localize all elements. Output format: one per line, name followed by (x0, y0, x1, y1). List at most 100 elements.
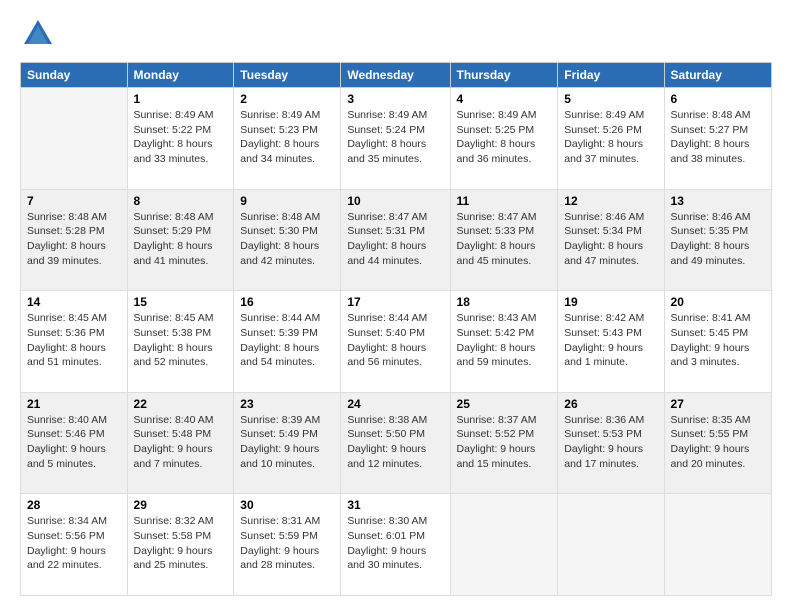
day-info: Sunrise: 8:40 AMSunset: 5:46 PMDaylight:… (27, 414, 107, 470)
day-cell: 10 Sunrise: 8:47 AMSunset: 5:31 PMDaylig… (341, 189, 450, 291)
day-info: Sunrise: 8:44 AMSunset: 5:40 PMDaylight:… (347, 312, 427, 368)
day-info: Sunrise: 8:46 AMSunset: 5:34 PMDaylight:… (564, 211, 644, 267)
calendar-header: SundayMondayTuesdayWednesdayThursdayFrid… (21, 63, 772, 88)
day-info: Sunrise: 8:37 AMSunset: 5:52 PMDaylight:… (457, 414, 537, 470)
day-cell: 7 Sunrise: 8:48 AMSunset: 5:28 PMDayligh… (21, 189, 128, 291)
day-number: 22 (134, 397, 228, 411)
day-number: 12 (564, 194, 657, 208)
day-info: Sunrise: 8:49 AMSunset: 5:24 PMDaylight:… (347, 109, 427, 165)
day-info: Sunrise: 8:36 AMSunset: 5:53 PMDaylight:… (564, 414, 644, 470)
day-number: 21 (27, 397, 121, 411)
weekday-header-wednesday: Wednesday (341, 63, 450, 88)
day-info: Sunrise: 8:42 AMSunset: 5:43 PMDaylight:… (564, 312, 644, 368)
day-number: 26 (564, 397, 657, 411)
day-number: 4 (457, 92, 552, 106)
day-number: 25 (457, 397, 552, 411)
day-number: 8 (134, 194, 228, 208)
day-number: 20 (671, 295, 765, 309)
day-cell: 12 Sunrise: 8:46 AMSunset: 5:34 PMDaylig… (558, 189, 664, 291)
weekday-header-friday: Friday (558, 63, 664, 88)
logo-icon (20, 16, 56, 52)
day-info: Sunrise: 8:49 AMSunset: 5:25 PMDaylight:… (457, 109, 537, 165)
logo (20, 16, 60, 52)
week-row-4: 21 Sunrise: 8:40 AMSunset: 5:46 PMDaylig… (21, 392, 772, 494)
day-cell: 1 Sunrise: 8:49 AMSunset: 5:22 PMDayligh… (127, 88, 234, 190)
weekday-header-sunday: Sunday (21, 63, 128, 88)
day-cell: 24 Sunrise: 8:38 AMSunset: 5:50 PMDaylig… (341, 392, 450, 494)
day-cell: 14 Sunrise: 8:45 AMSunset: 5:36 PMDaylig… (21, 291, 128, 393)
day-number: 7 (27, 194, 121, 208)
day-cell: 22 Sunrise: 8:40 AMSunset: 5:48 PMDaylig… (127, 392, 234, 494)
weekday-header-thursday: Thursday (450, 63, 558, 88)
day-number: 1 (134, 92, 228, 106)
day-number: 11 (457, 194, 552, 208)
weekday-row: SundayMondayTuesdayWednesdayThursdayFrid… (21, 63, 772, 88)
day-number: 14 (27, 295, 121, 309)
day-cell: 2 Sunrise: 8:49 AMSunset: 5:23 PMDayligh… (234, 88, 341, 190)
day-cell: 5 Sunrise: 8:49 AMSunset: 5:26 PMDayligh… (558, 88, 664, 190)
day-cell: 16 Sunrise: 8:44 AMSunset: 5:39 PMDaylig… (234, 291, 341, 393)
calendar-table: SundayMondayTuesdayWednesdayThursdayFrid… (20, 62, 772, 596)
day-info: Sunrise: 8:45 AMSunset: 5:36 PMDaylight:… (27, 312, 107, 368)
day-number: 29 (134, 498, 228, 512)
day-cell: 31 Sunrise: 8:30 AMSunset: 6:01 PMDaylig… (341, 494, 450, 596)
day-info: Sunrise: 8:49 AMSunset: 5:26 PMDaylight:… (564, 109, 644, 165)
day-info: Sunrise: 8:32 AMSunset: 5:58 PMDaylight:… (134, 515, 214, 571)
day-info: Sunrise: 8:49 AMSunset: 5:22 PMDaylight:… (134, 109, 214, 165)
day-info: Sunrise: 8:47 AMSunset: 5:31 PMDaylight:… (347, 211, 427, 267)
day-info: Sunrise: 8:34 AMSunset: 5:56 PMDaylight:… (27, 515, 107, 571)
day-number: 30 (240, 498, 334, 512)
day-cell: 21 Sunrise: 8:40 AMSunset: 5:46 PMDaylig… (21, 392, 128, 494)
day-cell: 30 Sunrise: 8:31 AMSunset: 5:59 PMDaylig… (234, 494, 341, 596)
day-cell: 3 Sunrise: 8:49 AMSunset: 5:24 PMDayligh… (341, 88, 450, 190)
day-number: 27 (671, 397, 765, 411)
week-row-1: 1 Sunrise: 8:49 AMSunset: 5:22 PMDayligh… (21, 88, 772, 190)
day-info: Sunrise: 8:48 AMSunset: 5:30 PMDaylight:… (240, 211, 320, 267)
day-cell: 15 Sunrise: 8:45 AMSunset: 5:38 PMDaylig… (127, 291, 234, 393)
weekday-header-tuesday: Tuesday (234, 63, 341, 88)
day-number: 31 (347, 498, 443, 512)
day-info: Sunrise: 8:40 AMSunset: 5:48 PMDaylight:… (134, 414, 214, 470)
day-cell: 18 Sunrise: 8:43 AMSunset: 5:42 PMDaylig… (450, 291, 558, 393)
calendar-body: 1 Sunrise: 8:49 AMSunset: 5:22 PMDayligh… (21, 88, 772, 596)
day-number: 2 (240, 92, 334, 106)
week-row-3: 14 Sunrise: 8:45 AMSunset: 5:36 PMDaylig… (21, 291, 772, 393)
day-cell: 29 Sunrise: 8:32 AMSunset: 5:58 PMDaylig… (127, 494, 234, 596)
day-cell: 20 Sunrise: 8:41 AMSunset: 5:45 PMDaylig… (664, 291, 771, 393)
day-info: Sunrise: 8:46 AMSunset: 5:35 PMDaylight:… (671, 211, 751, 267)
week-row-2: 7 Sunrise: 8:48 AMSunset: 5:28 PMDayligh… (21, 189, 772, 291)
day-number: 13 (671, 194, 765, 208)
day-number: 10 (347, 194, 443, 208)
day-number: 24 (347, 397, 443, 411)
day-info: Sunrise: 8:45 AMSunset: 5:38 PMDaylight:… (134, 312, 214, 368)
day-cell (558, 494, 664, 596)
day-info: Sunrise: 8:38 AMSunset: 5:50 PMDaylight:… (347, 414, 427, 470)
day-info: Sunrise: 8:49 AMSunset: 5:23 PMDaylight:… (240, 109, 320, 165)
day-cell: 4 Sunrise: 8:49 AMSunset: 5:25 PMDayligh… (450, 88, 558, 190)
day-number: 5 (564, 92, 657, 106)
day-cell: 13 Sunrise: 8:46 AMSunset: 5:35 PMDaylig… (664, 189, 771, 291)
day-number: 18 (457, 295, 552, 309)
day-cell: 25 Sunrise: 8:37 AMSunset: 5:52 PMDaylig… (450, 392, 558, 494)
day-info: Sunrise: 8:44 AMSunset: 5:39 PMDaylight:… (240, 312, 320, 368)
day-number: 6 (671, 92, 765, 106)
header (20, 16, 772, 52)
day-cell: 8 Sunrise: 8:48 AMSunset: 5:29 PMDayligh… (127, 189, 234, 291)
day-info: Sunrise: 8:48 AMSunset: 5:29 PMDaylight:… (134, 211, 214, 267)
day-info: Sunrise: 8:48 AMSunset: 5:27 PMDaylight:… (671, 109, 751, 165)
day-cell: 9 Sunrise: 8:48 AMSunset: 5:30 PMDayligh… (234, 189, 341, 291)
day-number: 19 (564, 295, 657, 309)
day-number: 28 (27, 498, 121, 512)
weekday-header-saturday: Saturday (664, 63, 771, 88)
day-number: 17 (347, 295, 443, 309)
day-info: Sunrise: 8:43 AMSunset: 5:42 PMDaylight:… (457, 312, 537, 368)
day-number: 15 (134, 295, 228, 309)
day-number: 16 (240, 295, 334, 309)
day-cell: 11 Sunrise: 8:47 AMSunset: 5:33 PMDaylig… (450, 189, 558, 291)
day-info: Sunrise: 8:41 AMSunset: 5:45 PMDaylight:… (671, 312, 751, 368)
day-cell: 23 Sunrise: 8:39 AMSunset: 5:49 PMDaylig… (234, 392, 341, 494)
week-row-5: 28 Sunrise: 8:34 AMSunset: 5:56 PMDaylig… (21, 494, 772, 596)
day-cell: 6 Sunrise: 8:48 AMSunset: 5:27 PMDayligh… (664, 88, 771, 190)
day-cell: 19 Sunrise: 8:42 AMSunset: 5:43 PMDaylig… (558, 291, 664, 393)
day-info: Sunrise: 8:48 AMSunset: 5:28 PMDaylight:… (27, 211, 107, 267)
